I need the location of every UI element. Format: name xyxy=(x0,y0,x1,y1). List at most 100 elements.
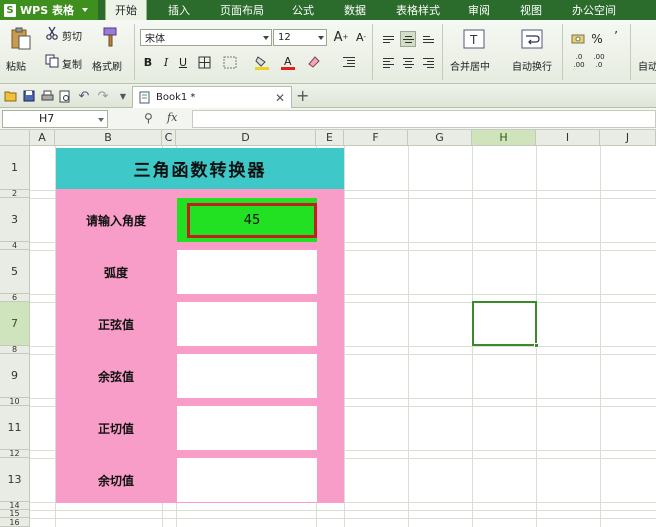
app-menu-button[interactable]: S WPS 表格 xyxy=(0,0,98,20)
wrap-text-label[interactable]: 自动换行 xyxy=(512,58,552,73)
formula-input[interactable] xyxy=(192,110,656,128)
tab-home[interactable]: 开始 xyxy=(105,0,147,20)
cosine-label: 余弦值 xyxy=(97,369,134,384)
column-header-h[interactable]: H xyxy=(472,130,536,146)
tab-book1[interactable]: Book1 * ✕ xyxy=(132,86,292,108)
print-icon[interactable] xyxy=(40,89,54,103)
print-preview-icon[interactable] xyxy=(58,89,72,103)
radian-output-cell[interactable] xyxy=(177,250,317,294)
column-header-g[interactable]: G xyxy=(408,130,472,146)
chevron-down-icon[interactable] xyxy=(98,118,104,122)
currency-icon[interactable] xyxy=(570,31,586,47)
cosine-output-cell[interactable] xyxy=(177,354,317,398)
row-header-6[interactable]: 6 xyxy=(0,294,30,302)
column-header-j[interactable]: J xyxy=(600,130,656,146)
merge-center-icon[interactable]: T xyxy=(462,28,486,50)
row-header-11[interactable]: 11 xyxy=(0,406,30,450)
row-header-2[interactable]: 2 xyxy=(0,190,30,198)
tangent-output-cell[interactable] xyxy=(177,406,317,450)
column-header-f[interactable]: F xyxy=(344,130,408,146)
cotangent-output-cell[interactable] xyxy=(177,458,317,502)
bold-icon[interactable]: B xyxy=(140,54,156,70)
row-header-9[interactable]: 9 xyxy=(0,354,30,398)
font-size-select[interactable]: 12 xyxy=(273,29,327,46)
align-middle-icon[interactable] xyxy=(400,31,416,47)
tab-review[interactable]: 审阅 xyxy=(460,0,498,20)
cut-label[interactable]: 剪切 xyxy=(62,28,82,43)
borders-icon[interactable] xyxy=(196,54,212,70)
customize-qat-icon[interactable]: ▼ xyxy=(116,89,130,103)
tab-office-space[interactable]: 办公空间 xyxy=(566,0,622,20)
align-left-icon[interactable] xyxy=(380,55,396,71)
italic-icon[interactable]: I xyxy=(158,54,174,70)
sine-output-cell[interactable] xyxy=(177,302,317,346)
increase-decimal-button[interactable]: .0 .00 xyxy=(570,53,588,69)
paste-label[interactable]: 粘贴 xyxy=(6,58,26,73)
align-bottom-icon[interactable] xyxy=(420,31,436,47)
tab-view[interactable]: 视图 xyxy=(512,0,550,20)
row-header-8[interactable]: 8 xyxy=(0,346,30,354)
percent-button[interactable]: % xyxy=(589,31,605,47)
decrease-decimal-button[interactable]: .00 .0 xyxy=(590,53,608,69)
column-header-d[interactable]: D xyxy=(176,130,316,146)
select-all-corner[interactable] xyxy=(0,130,30,146)
tab-formulas[interactable]: 公式 xyxy=(284,0,322,20)
name-box-value: H7 xyxy=(39,112,55,125)
angle-input[interactable]: 45 xyxy=(187,203,317,238)
undo-icon[interactable]: ↶ xyxy=(77,89,91,104)
format-painter-label[interactable]: 格式刷 xyxy=(92,58,122,73)
row-header-12[interactable]: 12 xyxy=(0,450,30,458)
align-top-icon[interactable] xyxy=(380,31,396,47)
open-folder-icon[interactable] xyxy=(4,89,18,103)
row-header-10[interactable]: 10 xyxy=(0,398,30,406)
merge-center-label[interactable]: 合并居中 xyxy=(450,58,490,73)
row-header-15[interactable]: 15 xyxy=(0,510,30,518)
fill-handle[interactable] xyxy=(534,343,539,348)
column-header-b[interactable]: B xyxy=(55,130,162,146)
clear-format-icon[interactable] xyxy=(306,54,322,70)
font-color-icon[interactable]: A xyxy=(280,54,296,70)
underline-icon[interactable]: U xyxy=(175,54,191,70)
row-header-13[interactable]: 13 xyxy=(0,458,30,502)
save-icon[interactable] xyxy=(22,89,36,103)
row-header-16[interactable]: 16 xyxy=(0,518,30,527)
fill-color-icon[interactable] xyxy=(254,54,270,70)
copy-label[interactable]: 复制 xyxy=(62,56,82,71)
copy-icon[interactable] xyxy=(45,54,59,68)
align-center-icon[interactable] xyxy=(400,55,416,71)
name-box[interactable]: H7 xyxy=(2,110,108,128)
paste-icon[interactable] xyxy=(8,26,34,52)
format-painter-icon[interactable] xyxy=(100,26,120,48)
align-right-icon[interactable] xyxy=(420,55,436,71)
tab-page-layout[interactable]: 页面布局 xyxy=(214,0,270,20)
row-header-5[interactable]: 5 xyxy=(0,250,30,294)
row-header-1[interactable]: 1 xyxy=(0,146,30,190)
row-header-4[interactable]: 4 xyxy=(0,242,30,250)
wrap-text-icon[interactable] xyxy=(520,28,544,50)
column-header-c[interactable]: C xyxy=(162,130,176,146)
increase-font-icon[interactable]: A + xyxy=(333,29,349,45)
active-cell-h7[interactable] xyxy=(472,301,537,346)
comma-style-icon[interactable]: ’ xyxy=(608,28,624,44)
scissors-icon[interactable] xyxy=(45,26,59,40)
column-header-a[interactable]: A xyxy=(30,130,55,146)
row-header-3[interactable]: 3 xyxy=(0,198,30,242)
merge-format-icon[interactable] xyxy=(222,54,238,70)
tab-insert[interactable]: 插入 xyxy=(160,0,198,20)
fx-icon[interactable]: fx xyxy=(167,111,177,124)
close-icon[interactable]: ✕ xyxy=(275,91,285,105)
autosum-label[interactable]: 自动 xyxy=(638,58,656,73)
spreadsheet-grid[interactable]: A B C D E F G H I J 1 2 3 4 5 6 7 8 9 10… xyxy=(0,130,656,527)
tab-data[interactable]: 数据 xyxy=(336,0,374,20)
tab-table-style[interactable]: 表格样式 xyxy=(390,0,446,20)
redo-icon[interactable]: ↷ xyxy=(96,89,110,104)
indent-icon[interactable] xyxy=(341,54,357,70)
row-header-14[interactable]: 14 xyxy=(0,502,30,510)
new-tab-plus-icon[interactable]: + xyxy=(296,86,309,105)
column-header-i[interactable]: I xyxy=(536,130,600,146)
column-header-e[interactable]: E xyxy=(316,130,344,146)
row-header-7[interactable]: 7 xyxy=(0,302,30,346)
magnifier-icon[interactable]: ⚲ xyxy=(144,111,153,125)
font-name-select[interactable]: 宋体 xyxy=(140,29,272,46)
decrease-font-icon[interactable]: A- xyxy=(353,29,369,45)
